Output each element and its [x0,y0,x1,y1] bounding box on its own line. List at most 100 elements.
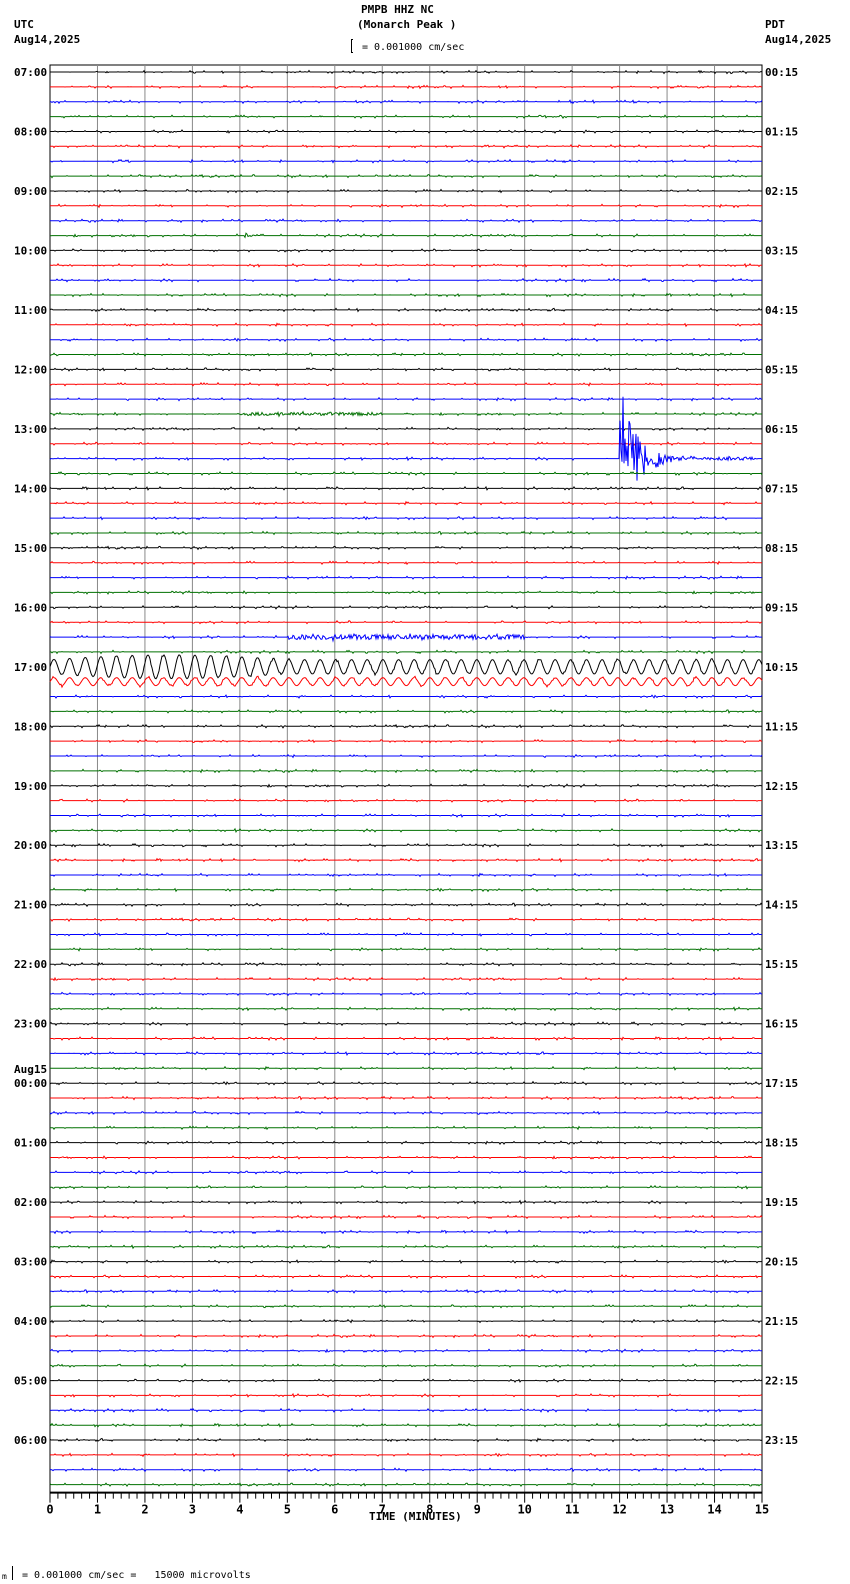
seismic-trace [50,1214,763,1220]
seismic-trace [49,410,762,418]
utc-hour-label: 05:00 [14,1375,47,1388]
seismic-trace [50,114,762,120]
seismic-trace [50,277,762,283]
seismic-trace [49,396,762,481]
x-tick-label: 14 [707,1503,721,1517]
utc-hour-label: 03:00 [14,1256,47,1269]
seismic-trace [49,485,762,491]
seismic-trace [49,560,762,566]
seismic-trace [50,188,762,194]
seismic-trace [50,753,763,759]
pdt-hour-label: 20:15 [765,1256,798,1269]
seismic-trace [50,1169,762,1175]
seismic-trace [50,1065,762,1071]
seismic-trace [50,619,762,625]
utc-hour-label: 08:00 [14,125,47,138]
seismic-trace [50,738,762,744]
seismic-trace [50,1289,762,1294]
seismic-trace [49,654,763,680]
seismic-trace [50,143,763,149]
seismic-trace [50,961,762,967]
pdt-hour-label: 18:15 [765,1137,798,1150]
seismic-trace [50,1140,763,1146]
seismic-trace [50,218,762,224]
seismic-trace [49,1422,763,1428]
seismic-trace [50,827,762,834]
seismic-trace [50,1184,762,1190]
seismic-trace [50,292,762,298]
utc-hour-label: 22:00 [14,958,47,971]
seismic-trace [50,783,762,789]
seismic-trace [50,649,763,655]
seismic-trace [49,1363,762,1368]
pdt-hour-label: 00:15 [765,66,798,79]
seismic-trace [50,768,762,774]
footer-scale-label: = 0.001000 cm/sec = 15000 microvolts [22,1570,251,1581]
seismic-trace [50,1006,762,1012]
utc-hour-label: 12:00 [14,363,47,376]
x-tick-label: 4 [236,1503,243,1517]
utc-hour-label: 09:00 [14,185,47,198]
x-tick-label: 9 [474,1503,481,1517]
seismic-trace [50,1036,762,1042]
seismic-trace [49,1318,762,1324]
seismic-trace [50,84,762,90]
seismic-trace [49,1259,762,1265]
x-tick-label: 1 [94,1503,101,1517]
seismic-trace [50,575,762,581]
seismic-trace [50,367,762,372]
pdt-hour-label: 19:15 [765,1196,798,1209]
x-axis-label: TIME (MINUTES) [369,1510,462,1523]
helicorder-plot: 0 1 2 3 4 5 6 7 8 9 10 11 12 13 14 1507:00 00:1508:00 01:… [14,64,798,1517]
seismic-trace [49,1407,762,1413]
seismic-trace [50,129,762,134]
seismic-trace [50,515,762,521]
pdt-hour-label: 14:15 [765,899,798,912]
utc-hour-label: 00:00 [14,1077,47,1090]
seismic-trace [50,604,762,610]
seismic-trace [50,545,762,551]
seismic-trace [50,947,762,952]
utc-hour-label: 17:00 [14,661,47,674]
seismic-trace [49,381,762,387]
utc-hour-label: 19:00 [14,780,47,793]
seismic-trace [49,1348,762,1354]
utc-hour-label: 20:00 [14,839,47,852]
utc-hour-label: 01:00 [14,1137,47,1150]
seismic-trace [49,232,762,239]
x-tick-label: 0 [46,1503,53,1517]
utc-hour-label: 18:00 [14,720,47,733]
seismic-trace [50,1229,762,1235]
date-change-label: Aug15 [14,1063,47,1076]
utc-hour-label: 06:00 [14,1434,47,1447]
x-tick-label: 15 [755,1503,769,1517]
seismic-trace [49,842,762,848]
seismic-trace [49,1199,762,1205]
seismic-trace [49,1303,762,1309]
pdt-hour-label: 23:15 [765,1434,798,1447]
seismic-trace [49,1467,763,1473]
utc-hour-label: 21:00 [14,899,47,912]
pdt-hour-label: 17:15 [765,1077,798,1090]
seismic-trace [49,887,762,893]
pdt-hour-label: 07:15 [765,482,798,495]
seismic-trace [50,798,762,803]
utc-hour-label: 14:00 [14,482,47,495]
seismic-trace [50,99,763,105]
seismic-trace [50,322,763,328]
seismic-trace [49,872,762,878]
utc-hour-label: 16:00 [14,601,47,614]
x-tick-label: 11 [565,1503,579,1517]
seismic-trace [50,902,763,908]
seismic-trace [49,723,762,729]
x-tick-label: 3 [189,1503,196,1517]
seismic-trace [49,813,762,818]
seismic-trace [50,857,762,863]
seismic-trace [50,1452,762,1458]
utc-hour-label: 11:00 [14,304,47,317]
seismic-trace [49,352,762,357]
seismic-trace [50,173,763,179]
seismic-trace [49,530,762,536]
x-tick-label: 6 [331,1503,338,1517]
seismic-trace [50,158,762,164]
